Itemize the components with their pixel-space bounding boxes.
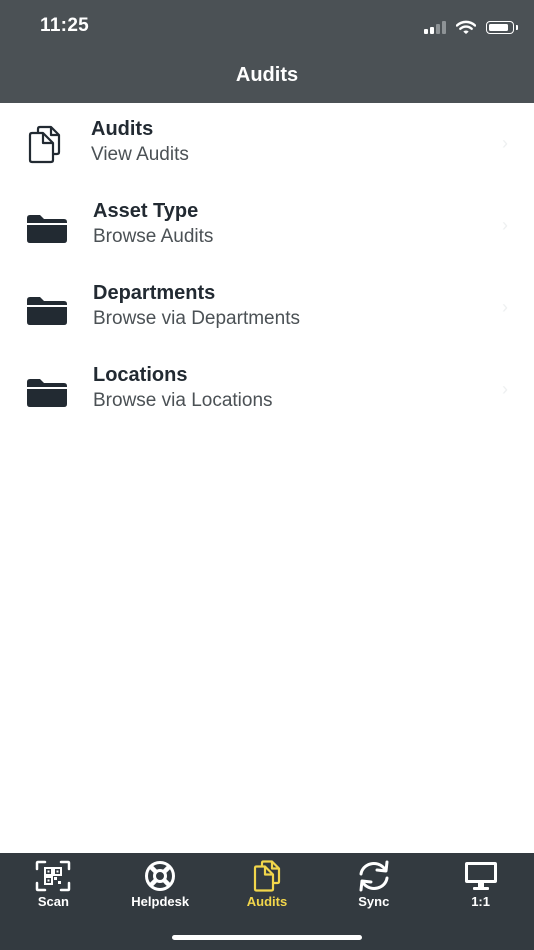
tab-label: Helpdesk — [131, 894, 190, 909]
chevron-right-icon: › — [502, 297, 508, 317]
list-item-subtitle: Browse Audits — [93, 226, 214, 247]
tab-label: Scan — [37, 894, 69, 909]
tab-one-to-one[interactable]: 1:1 — [427, 853, 534, 913]
monitor-icon — [464, 862, 497, 890]
tab-helpdesk[interactable]: Helpdesk — [107, 853, 214, 913]
tab-scan[interactable]: Scan — [0, 853, 107, 913]
list-item-title: Asset Type — [93, 200, 199, 222]
list-item-asset-type[interactable]: Asset Type Browse Audits › — [0, 185, 534, 267]
chevron-right-icon: › — [502, 379, 508, 399]
folder-icon — [27, 379, 67, 407]
home-indicator[interactable] — [172, 935, 362, 940]
list-item-locations[interactable]: Locations Browse via Locations › — [0, 349, 534, 431]
page-title: Audits — [235, 64, 299, 86]
folder-icon — [27, 215, 67, 243]
tab-audits[interactable]: Audits — [214, 853, 321, 913]
list-item-title: Audits — [91, 118, 154, 140]
folder-icon — [27, 297, 67, 325]
list-item-subtitle: Browse via Departments — [93, 308, 300, 329]
status-time: 11:25 — [40, 15, 90, 36]
list-item-title: Departments — [93, 282, 216, 304]
qr-scan-icon — [36, 860, 71, 892]
tab-sync[interactable]: Sync — [320, 853, 427, 913]
list-item-departments[interactable]: Departments Browse via Departments › — [0, 267, 534, 349]
sync-icon — [359, 860, 389, 892]
chevron-right-icon: › — [502, 215, 508, 235]
list-item-subtitle: View Audits — [91, 144, 189, 165]
list-item-subtitle: Browse via Locations — [93, 390, 273, 411]
list-item-audits[interactable]: Audits View Audits › — [0, 103, 534, 185]
cellular-signal-icon — [424, 20, 446, 34]
wifi-icon — [456, 20, 476, 34]
chevron-right-icon: › — [502, 133, 508, 153]
lifebuoy-icon — [145, 861, 176, 891]
tab-label: 1:1 — [471, 894, 490, 909]
tab-label: Audits — [246, 894, 288, 909]
documents-icon — [253, 860, 281, 892]
list-item-title: Locations — [93, 364, 188, 386]
status-indicators — [424, 17, 518, 37]
tab-label: Sync — [358, 894, 390, 909]
documents-icon — [28, 125, 61, 164]
audits-menu-list: Audits View Audits › Asset Type Browse A… — [0, 103, 534, 431]
navigation-header: 11:25 Audits — [0, 0, 534, 103]
battery-icon — [486, 20, 518, 34]
